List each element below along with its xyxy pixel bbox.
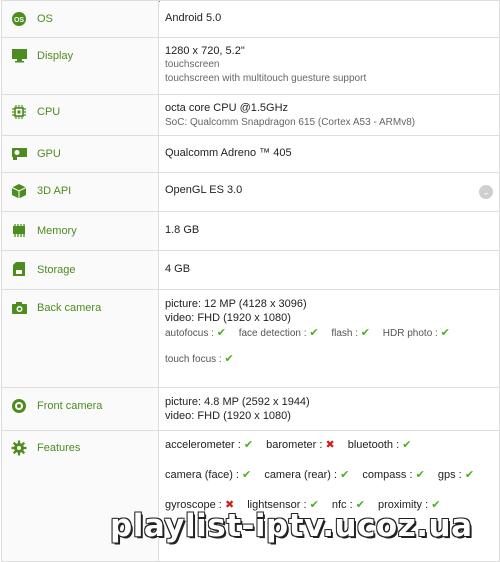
check-icon: ✔ xyxy=(440,327,450,339)
gpu-card-icon xyxy=(10,144,28,162)
gear-icon xyxy=(10,439,28,457)
feature-item: bluetooth : ✔ xyxy=(348,439,412,452)
spec-row-storage: Storage 4 GB xyxy=(1,250,500,290)
feature-item: camera (rear) : ✔ xyxy=(264,469,349,482)
check-icon: ✔ xyxy=(415,469,425,481)
feature-name: gps : xyxy=(437,469,462,481)
display-multitouch: touchscreen with multitouch guesture sup… xyxy=(165,73,367,84)
back-camera-picture: picture: 12 MP (4128 x 3096) xyxy=(165,298,307,310)
check-icon: ✔ xyxy=(464,469,475,481)
feature-item: flash : ✔ xyxy=(331,327,370,340)
check-icon: ✔ xyxy=(309,327,319,339)
watermark-text: playlist-iptv.ucoz.ua xyxy=(110,508,473,544)
check-icon: ✔ xyxy=(360,327,370,339)
feature-name: compass : xyxy=(362,469,413,481)
row-label-storage: Storage xyxy=(37,264,76,276)
spec-row-front-camera: Front camera picture: 4.8 MP (2592 x 194… xyxy=(1,387,500,431)
spec-row-gpu: GPU Qualcomm Adreno ™ 405 xyxy=(1,135,500,173)
feature-item: HDR photo : ✔ xyxy=(383,327,450,340)
feature-item: touch focus : ✔ xyxy=(165,353,234,366)
feature-item: accelerometer : ✔ xyxy=(165,439,253,452)
check-icon: ✔ xyxy=(340,469,350,481)
spec-row-back-camera: Back camera picture: 12 MP (4128 x 3096)… xyxy=(1,289,500,388)
feature-name: flash : xyxy=(331,328,358,339)
memory-ram-icon xyxy=(10,222,28,240)
row-label-os: OS xyxy=(37,13,53,25)
cpu-chip-icon xyxy=(10,103,28,121)
sd-card-icon xyxy=(10,260,28,278)
row-label-gpu: GPU xyxy=(37,148,61,160)
row-label-front-camera: Front camera xyxy=(37,400,103,412)
back-camera-video: video: FHD (1920 x 1080) xyxy=(165,312,291,324)
feature-name: barometer : xyxy=(266,439,323,451)
feature-name: touch focus : xyxy=(165,354,222,365)
memory-value: 1.8 GB xyxy=(165,224,200,236)
feature-item: autofocus : ✔ xyxy=(165,327,226,340)
row-label-memory: Memory xyxy=(37,225,77,237)
feature-name: bluetooth : xyxy=(347,439,400,451)
feature-name: camera (rear) : xyxy=(264,469,338,481)
check-icon: ✔ xyxy=(402,439,412,451)
front-camera-icon xyxy=(10,397,28,415)
display-resolution: 1280 x 720, 5.2" xyxy=(165,45,245,57)
check-icon: ✔ xyxy=(216,327,226,339)
feature-name: accelerometer : xyxy=(165,439,241,451)
feature-item: face detection : ✔ xyxy=(239,327,319,340)
row-label-3d-api: 3D API xyxy=(37,185,72,197)
check-icon: ✔ xyxy=(242,469,252,481)
feature-item: gps : ✔ xyxy=(438,469,474,482)
expand-chevron-icon[interactable]: ⌄ xyxy=(479,185,493,199)
check-icon: ✔ xyxy=(243,439,254,451)
check-icon: ✔ xyxy=(224,353,234,365)
row-label-features: Features xyxy=(37,442,81,454)
spec-row-os: OS OS Android 5.0 xyxy=(1,0,500,38)
features-line1: accelerometer : ✔ barometer : ✖ bluetoot… xyxy=(165,439,499,452)
feature-item: barometer : ✖ xyxy=(266,439,335,452)
svg-text:OS: OS xyxy=(14,17,24,24)
os-value: Android 5.0 xyxy=(165,12,222,24)
monitor-icon xyxy=(10,46,28,64)
spec-table: OS OS Android 5.0 Display 1280 x 720, 5.… xyxy=(1,0,500,562)
gpu-value: Qualcomm Adreno ™ 405 xyxy=(165,147,292,159)
spec-row-cpu: CPU octa core CPU @1.5GHz SoC: Qualcomm … xyxy=(1,94,500,136)
feature-name: face detection : xyxy=(238,328,307,339)
features-line2: camera (face) : ✔ camera (rear) : ✔ comp… xyxy=(165,469,499,482)
feature-item: camera (face) : ✔ xyxy=(165,469,251,482)
cpu-soc: SoC: Qualcomm Snapdragon 615 (Cortex A53… xyxy=(165,117,416,128)
row-label-display: Display xyxy=(37,50,74,62)
feature-name: HDR photo : xyxy=(382,328,438,339)
feature-name: autofocus : xyxy=(165,328,214,339)
camera-icon xyxy=(10,299,28,317)
cpu-value: octa core CPU @1.5GHz xyxy=(165,102,289,114)
cross-icon: ✖ xyxy=(325,439,335,451)
spec-row-display: Display 1280 x 720, 5.2" touchscreen tou… xyxy=(1,37,500,95)
spec-row-memory: Memory 1.8 GB xyxy=(1,211,500,251)
front-camera-picture: picture: 4.8 MP (2592 x 1944) xyxy=(165,396,310,408)
spec-row-3d-api: 3D API OpenGL ES 3.0 ⌄ xyxy=(1,172,500,212)
back-camera-features-line2: touch focus : ✔ xyxy=(165,353,499,366)
display-touch: touchscreen xyxy=(165,59,220,70)
feature-name: camera (face) : xyxy=(165,469,239,481)
front-camera-video: video: FHD (1920 x 1080) xyxy=(165,410,291,422)
back-camera-features-line1: autofocus : ✔ face detection : ✔ flash :… xyxy=(165,327,499,340)
row-label-back-camera: Back camera xyxy=(37,302,102,314)
row-label-cpu: CPU xyxy=(37,106,61,118)
cube-icon xyxy=(10,182,28,200)
storage-value: 4 GB xyxy=(165,263,191,275)
feature-item: compass : ✔ xyxy=(362,469,424,482)
os-icon: OS xyxy=(10,10,28,28)
3d-api-value: OpenGL ES 3.0 xyxy=(165,184,243,196)
